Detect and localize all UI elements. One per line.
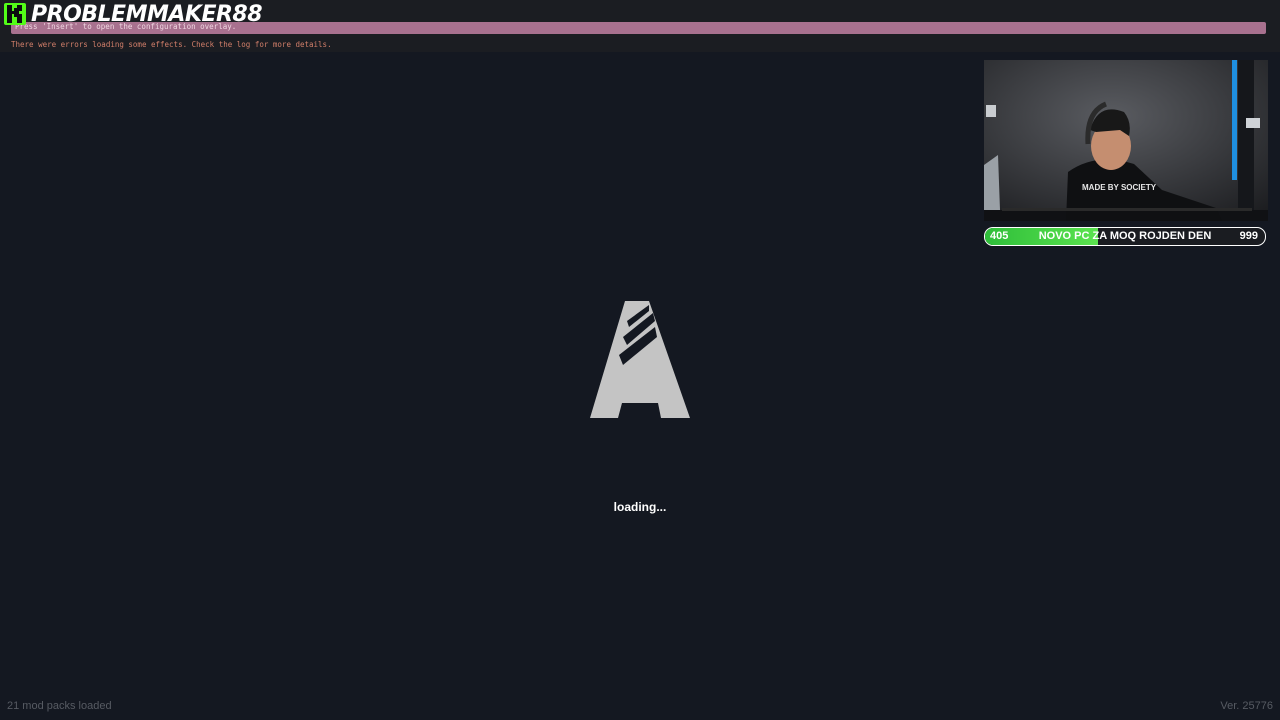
webcam-shirt-text: MADE BY SOCIETY — [1082, 183, 1157, 192]
loading-status: loading... — [613, 500, 667, 514]
channel-name: PROBLEMMAKER88 — [31, 2, 263, 27]
kick-logo-icon — [4, 3, 26, 25]
goal-target-value: 999 — [1239, 230, 1258, 242]
donation-goal-bar: 405 NOVO PC ZA MOQ ROJDEN DEN 999 — [984, 227, 1266, 246]
version-label: Ver. 25776 — [1220, 700, 1273, 712]
effects-error-text: There were errors loading some effects. … — [11, 40, 332, 49]
webcam-feed: MADE BY SOCIETY — [984, 60, 1268, 221]
fivem-logo-icon — [589, 299, 691, 419]
mod-packs-status: 21 mod packs loaded — [7, 700, 112, 712]
goal-title: NOVO PC ZA MOQ ROJDEN DEN — [1038, 230, 1212, 242]
